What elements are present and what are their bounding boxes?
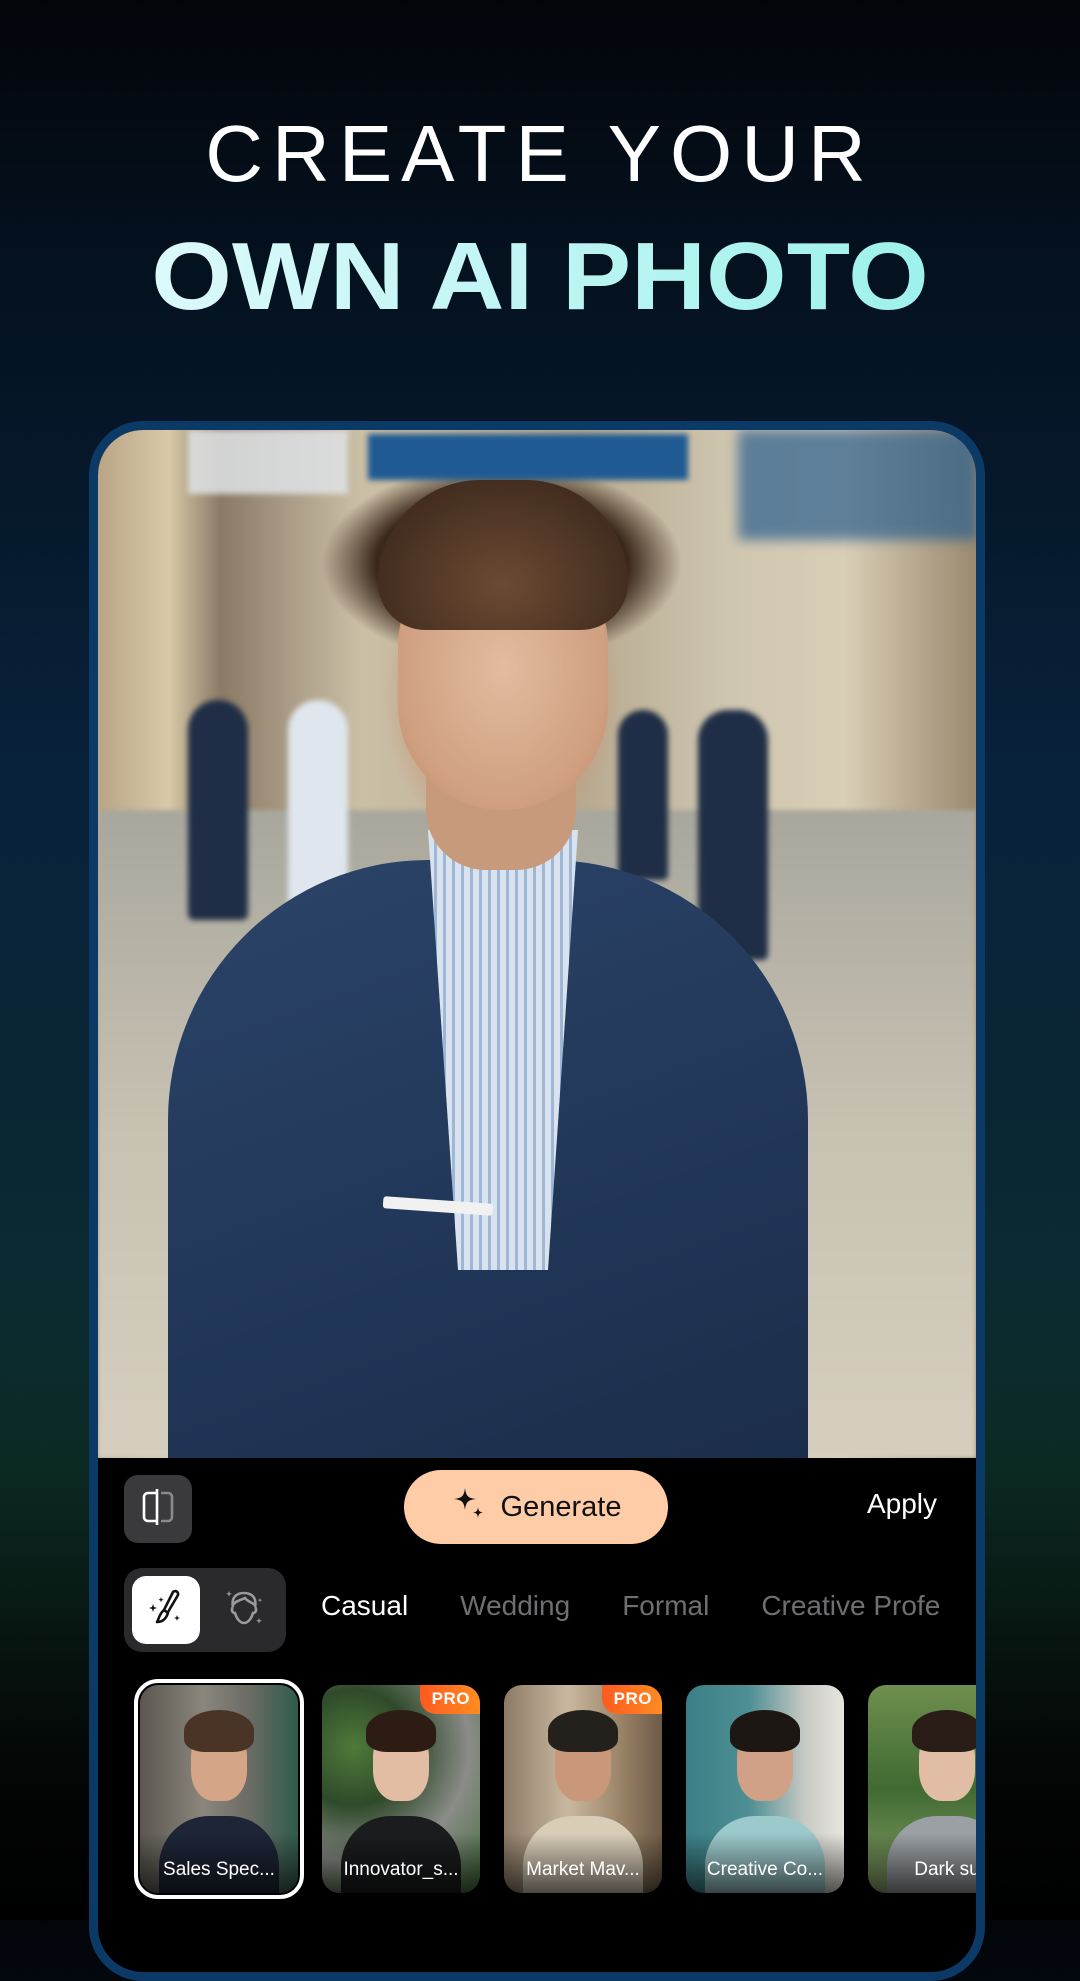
tab-casual[interactable]: Casual — [321, 1590, 408, 1622]
shop-sign — [738, 430, 976, 540]
compare-button[interactable] — [124, 1475, 192, 1543]
sparkle-icon — [451, 1485, 487, 1529]
style-card[interactable]: Sales Spec... — [134, 1679, 304, 1899]
shop-sign — [368, 434, 688, 480]
mode-option-magic-brush[interactable] — [132, 1576, 200, 1644]
tab-wedding[interactable]: Wedding — [460, 1590, 570, 1622]
phone-mockup: Generate Apply Casual Wedding Formal Cre… — [89, 421, 985, 1981]
category-tabs: Casual Wedding Formal Creative Profe — [321, 1590, 940, 1622]
mode-option-face[interactable] — [210, 1576, 278, 1644]
style-label: Dark su — [914, 1859, 980, 1880]
style-card[interactable]: PRO Market Mav... — [504, 1685, 662, 1893]
style-card[interactable]: Dark su — [868, 1685, 980, 1893]
style-label: Sales Spec... — [163, 1859, 275, 1880]
preview-photo — [98, 430, 976, 1458]
category-row: Casual Wedding Formal Creative Profe — [98, 1568, 976, 1654]
hair — [378, 480, 628, 630]
style-carousel: Sales Spec... PRO Innovator_s... PRO Mar… — [134, 1679, 980, 1899]
style-label: Creative Co... — [706, 1859, 824, 1880]
pedestrian — [188, 700, 248, 920]
tab-formal[interactable]: Formal — [622, 1590, 709, 1622]
compare-split-icon — [140, 1487, 176, 1532]
face-hairstyle-icon — [221, 1585, 267, 1636]
style-label: Market Mav... — [526, 1859, 640, 1880]
apply-button[interactable]: Apply — [867, 1488, 937, 1520]
style-label: Innovator_s... — [343, 1859, 459, 1880]
pro-badge: PRO — [419, 1685, 480, 1714]
magic-brush-icon — [144, 1586, 188, 1635]
generate-button[interactable]: Generate — [404, 1470, 668, 1544]
pro-badge: PRO — [601, 1685, 662, 1714]
headline-line-1: CREATE YOUR — [205, 109, 875, 198]
shop-sign — [188, 430, 348, 494]
tab-creative-professional[interactable]: Creative Profe — [761, 1590, 940, 1622]
generate-label: Generate — [500, 1490, 622, 1523]
style-card[interactable]: PRO Innovator_s... — [322, 1685, 480, 1893]
headline-line-2: OWN AI PHOTO — [0, 222, 1080, 332]
toolbar: Generate Apply — [98, 1458, 976, 1568]
mode-toggle — [124, 1568, 286, 1652]
pedestrian — [618, 710, 668, 880]
style-card[interactable]: Creative Co... — [686, 1685, 844, 1893]
